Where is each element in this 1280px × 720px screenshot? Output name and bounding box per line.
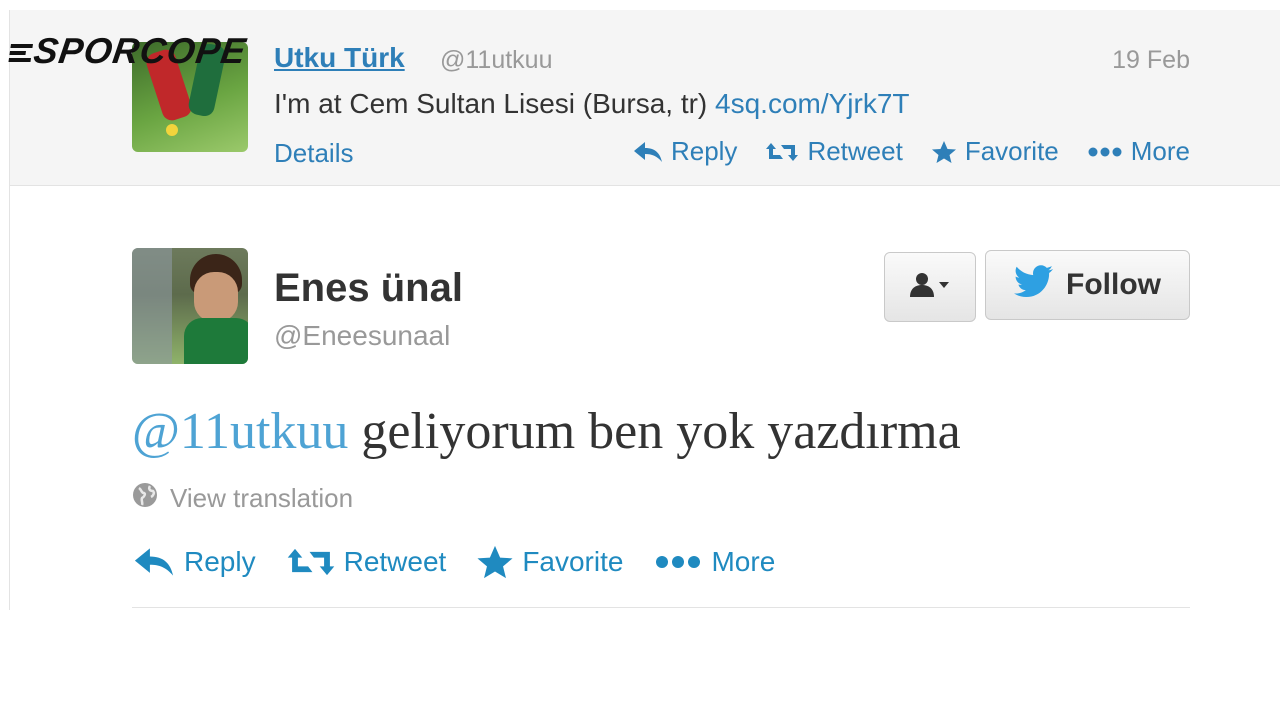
retweet-icon (765, 141, 799, 163)
main-author-handle[interactable]: @Eneesunaal (274, 320, 450, 352)
retweet-label: Retweet (343, 546, 447, 577)
more-icon (653, 554, 703, 570)
favorite-icon (476, 544, 514, 580)
context-favorite-label: Favorite (964, 136, 1059, 166)
favorite-button[interactable]: Favorite (476, 544, 623, 580)
context-tweet-text: I'm at Cem Sultan Lisesi (Bursa, tr) 4sq… (274, 88, 910, 120)
retweet-icon (286, 546, 336, 578)
main-tweet-actions: Reply Retweet Favorite More (132, 544, 775, 580)
follow-label: Follow (1066, 268, 1161, 301)
context-tweet-actions: Reply Retweet Favorite More (633, 136, 1190, 167)
reply-button[interactable]: Reply (132, 546, 256, 578)
context-more-label: More (1130, 136, 1190, 166)
favorite-icon (931, 140, 957, 164)
globe-icon (132, 482, 158, 515)
context-author-handle: @11utkuu (440, 46, 553, 74)
tweet-page: Utku Türk @11utkuu 19 Feb I'm at Cem Sul… (0, 0, 1280, 720)
more-icon (1087, 146, 1123, 158)
watermark-text: SPORCOPE (31, 30, 249, 71)
tweet-mention-link[interactable]: @11utkuu (132, 403, 348, 460)
more-button[interactable]: More (653, 546, 775, 578)
favorite-label: Favorite (522, 546, 624, 577)
context-favorite-button[interactable]: Favorite (931, 136, 1059, 167)
context-retweet-button[interactable]: Retweet (765, 136, 903, 167)
reply-icon (132, 547, 176, 577)
context-author-name[interactable]: Utku Türk (274, 42, 405, 74)
sporcope-watermark-logo: SPORCOPE (7, 30, 249, 72)
context-more-button[interactable]: More (1087, 136, 1190, 167)
logo-speed-lines-icon (8, 41, 33, 65)
more-label: More (711, 546, 776, 577)
user-actions-dropdown[interactable] (884, 252, 976, 322)
context-tweet-body: I'm at Cem Sultan Lisesi (Bursa, tr) (274, 88, 716, 119)
context-retweet-label: Retweet (807, 136, 903, 166)
context-reply-label: Reply (670, 136, 738, 166)
follow-button[interactable]: Follow (985, 250, 1190, 320)
view-translation-link[interactable]: View translation (132, 482, 353, 515)
reply-icon (633, 141, 663, 163)
tweet-divider (132, 607, 1190, 608)
user-dropdown-icon (908, 271, 952, 304)
context-tweet-link[interactable]: 4sq.com/Yjrk7T (715, 88, 910, 119)
main-tweet-text: @11utkuu geliyorum ben yok yazdırma (132, 402, 961, 461)
context-tweet-date[interactable]: 19 Feb (1112, 46, 1190, 75)
view-translation-label: View translation (170, 483, 354, 513)
main-author-avatar[interactable] (132, 248, 248, 364)
main-author-name[interactable]: Enes ünal (274, 266, 463, 311)
reply-label: Reply (184, 546, 256, 577)
context-reply-button[interactable]: Reply (633, 136, 737, 167)
context-details-link[interactable]: Details (274, 138, 353, 169)
twitter-bird-icon (1014, 265, 1054, 305)
retweet-button[interactable]: Retweet (286, 546, 447, 578)
tweet-body: geliyorum ben yok yazdırma (348, 403, 961, 460)
